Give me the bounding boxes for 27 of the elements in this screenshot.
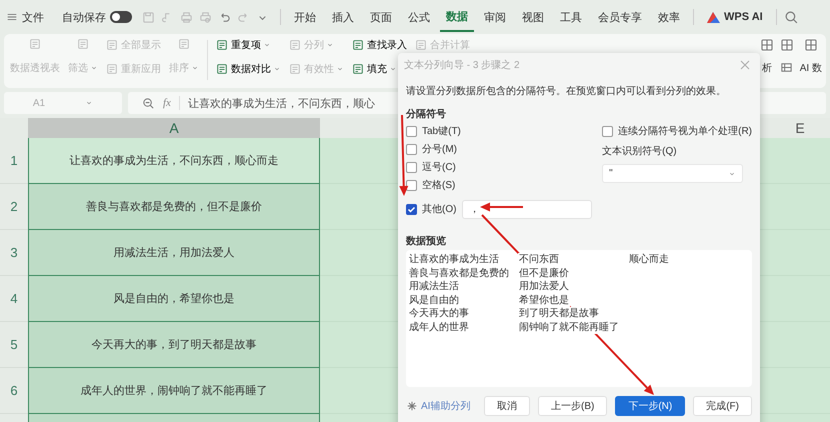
checkbox-label: 连续分隔符号视为单个处理(R)	[618, 125, 752, 138]
autosave-label: 自动保存	[62, 10, 106, 24]
checkbox-label: 逗号(C)	[422, 161, 456, 174]
preview-cell: 用减法生活	[408, 280, 460, 294]
preview-cell: 到了明天都是故事	[518, 307, 600, 320]
section-label: 分隔符号	[406, 108, 447, 121]
preview-cell: 让喜欢的事成为生活	[408, 253, 500, 266]
preview-cell: 顺心而走	[628, 253, 670, 266]
preview-cell: 闹钟响了就不能再睡了	[518, 320, 620, 334]
field-label: 文本识别符号(Q)	[602, 145, 678, 158]
preview-cell: 今天再大的事	[408, 307, 470, 320]
checkbox-label: 分号(M)	[422, 143, 457, 156]
preview-cell: 希望你也是	[518, 294, 570, 307]
preview-cell: 用加法爱人	[518, 280, 570, 294]
formula-text: 让喜欢的事成为生活，不问东西，顺心	[188, 96, 375, 110]
instruction-text: 请设置分列数据所包含的分隔符号。在预览窗口内可以看到分列的效果。	[406, 85, 727, 98]
section-label: 数据预览	[406, 235, 447, 248]
dialog-title: 文本分列向导 - 3 步骤之 2	[404, 58, 520, 72]
preview-cell: 不问东西	[518, 253, 560, 266]
preview-cell: 善良与喜欢都是免费的	[408, 266, 510, 280]
preview-cell: 成年人的世界	[408, 320, 470, 334]
preview-cell: 风是自由的	[408, 294, 460, 307]
checkbox-label: Tab键(T)	[422, 125, 461, 138]
function-label: fx	[163, 97, 171, 109]
checkbox-label: 其他(O)	[422, 203, 456, 216]
checkbox-label: 空格(S)	[422, 179, 456, 192]
preview-cell: 但不是廉价	[518, 266, 570, 280]
